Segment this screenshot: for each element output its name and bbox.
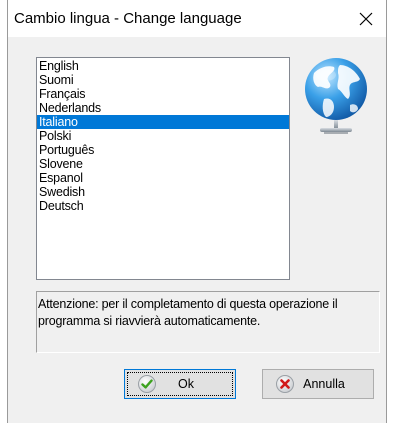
warning-message: Attenzione: per il completamento di ques… <box>36 291 380 353</box>
cancel-button-label: Annulla <box>303 377 345 391</box>
language-item-deutsch[interactable]: Deutsch <box>37 199 289 213</box>
language-item-espanol[interactable]: Espanol <box>37 171 289 185</box>
ok-button[interactable]: Ok <box>124 369 236 399</box>
language-item-slovene[interactable]: Slovene <box>37 157 289 171</box>
language-item-polski[interactable]: Polski <box>37 129 289 143</box>
globe-icon <box>300 55 372 137</box>
title-bar[interactable]: Cambio lingua - Change language <box>8 0 386 37</box>
dialog-frame: Cambio lingua - Change language English … <box>7 0 387 423</box>
dialog-content: English Suomi Français Nederlands Italia… <box>8 37 386 423</box>
window-title: Cambio lingua - Change language <box>14 10 242 27</box>
cancel-button[interactable]: Annulla <box>262 369 374 399</box>
language-item-francais[interactable]: Français <box>37 87 289 101</box>
language-item-english[interactable]: English <box>37 59 289 73</box>
language-item-suomi[interactable]: Suomi <box>37 73 289 87</box>
language-item-portugues[interactable]: Português <box>37 143 289 157</box>
checkmark-icon <box>137 374 157 394</box>
change-language-dialog: Cambio lingua - Change language English … <box>0 0 393 423</box>
ok-button-label: Ok <box>178 377 194 391</box>
close-button[interactable] <box>346 0 386 37</box>
x-icon <box>275 374 295 394</box>
language-item-italiano[interactable]: Italiano <box>37 115 289 129</box>
language-item-swedish[interactable]: Swedish <box>37 185 289 199</box>
language-item-nederlands[interactable]: Nederlands <box>37 101 289 115</box>
close-icon <box>359 12 373 25</box>
language-listbox[interactable]: English Suomi Français Nederlands Italia… <box>36 57 290 280</box>
